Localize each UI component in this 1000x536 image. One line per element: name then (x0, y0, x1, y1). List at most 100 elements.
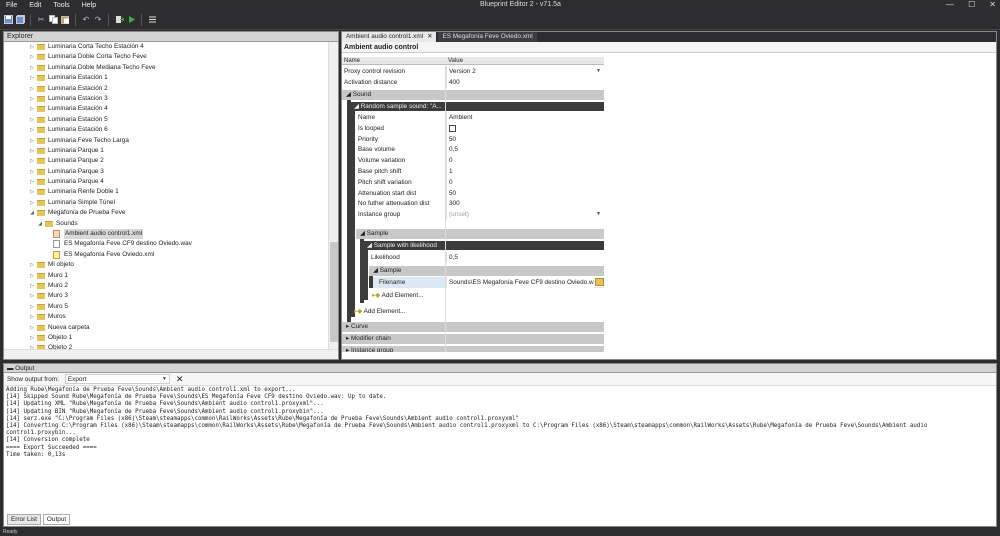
add-element-outer[interactable]: ▸◆ Add Element... (351, 306, 405, 317)
save-icon[interactable] (3, 15, 13, 25)
collapse-arrow-icon[interactable]: ▷ (28, 271, 36, 281)
property-value[interactable]: 0,5 (446, 144, 604, 156)
save-all-icon[interactable] (15, 15, 25, 25)
tree-item[interactable]: ▷ Luminaria Estación 4 (4, 104, 328, 114)
collapse-arrow-icon[interactable]: ▷ (28, 115, 36, 125)
collapse-arrow-icon[interactable]: ▷ (28, 146, 36, 156)
tree-item[interactable]: ▷ Luminaria Estación 5 (4, 115, 328, 125)
property-row[interactable]: Name Ambient (356, 112, 604, 123)
list-icon[interactable] (147, 15, 157, 25)
tree-item[interactable]: ▷ Objeto 1 (4, 333, 328, 343)
tree-item[interactable]: ▷ Luminaria Parque 4 (4, 177, 328, 187)
collapse-icon[interactable]: ▬ (7, 365, 13, 372)
tree-item[interactable]: ▷ Luminaria Simple Túnel (4, 198, 328, 208)
tree-item[interactable]: ▷ Muro 5 (4, 302, 328, 312)
inner-sample-header[interactable]: ◢ Sample (369, 266, 604, 276)
collapse-arrow-icon[interactable]: ▷ (28, 136, 36, 146)
output-source-select[interactable]: Export ▼ (64, 374, 170, 384)
paste-icon[interactable] (60, 15, 70, 25)
tree-item[interactable]: ▷ Luminaria Feve Techo Larga (4, 136, 328, 146)
chevron-down-icon[interactable]: ▼ (596, 209, 601, 220)
tree-item[interactable]: ▷ Muros (4, 312, 328, 322)
property-value[interactable]: 50 (446, 187, 604, 199)
property-row[interactable]: Pitch shift variation 0 (356, 176, 604, 188)
sound-category-header[interactable]: ◢ Sound (342, 90, 604, 100)
add-element-row[interactable]: ▸◆ Add Element... (351, 306, 441, 317)
tree-item[interactable]: ▷ Luminaria Estación 6 (4, 125, 328, 135)
cut-icon[interactable]: ✂ (36, 15, 46, 25)
collapse-arrow-icon[interactable]: ▷ (28, 302, 36, 312)
tree-item[interactable]: Ambient audio control1.xml (4, 229, 328, 240)
is-looped-checkbox[interactable] (449, 124, 456, 132)
copy-icon[interactable] (48, 15, 58, 25)
tree-item[interactable]: ▷ Muro 3 (4, 291, 328, 301)
tree-item[interactable]: ▷ Muro 2 (4, 281, 328, 291)
close-window-button[interactable]: ✕ (989, 0, 996, 10)
property-value[interactable]: 0 (446, 176, 604, 188)
collapse-arrow-icon[interactable]: ▷ (28, 52, 36, 62)
collapse-arrow-icon[interactable]: ▷ (28, 198, 36, 208)
scroll-thumb[interactable] (330, 242, 338, 342)
property-row[interactable]: Likelihood 0,5 (369, 252, 604, 263)
property-row[interactable]: Proxy control revision Version 2 ▼ (342, 66, 604, 77)
property-value[interactable]: 400 (446, 77, 604, 88)
tab-output[interactable]: Output (42, 514, 71, 525)
tree-item[interactable]: ▷ Luminaria Parque 2 (4, 156, 328, 166)
expand-arrow-icon[interactable]: ◢ (28, 208, 36, 218)
tree-item[interactable]: ▷ Luminaria Renfe Doble 1 (4, 187, 328, 197)
property-value[interactable]: Version 2 ▼ (446, 66, 604, 77)
sample-with-likelihood-header[interactable]: ◢ Sample with likelihood (364, 241, 604, 250)
add-element-row[interactable]: ▸◆ Add Element... (369, 290, 449, 301)
tree-item[interactable]: ▷ Luminaria Corta Techo Estación 4 (4, 42, 328, 52)
property-row[interactable]: Priority 50 (356, 133, 604, 145)
property-row[interactable]: Base pitch shift 1 (356, 166, 604, 177)
instance-group-header[interactable]: ▸ Instance group (342, 346, 604, 352)
property-value[interactable]: 300 (446, 198, 604, 210)
minimize-button[interactable]: — (946, 0, 954, 10)
tree-item[interactable]: ▷ Luminaria Estación 2 (4, 84, 328, 94)
tree-item[interactable]: ▷ Luminaria Doble Corta Techo Feve (4, 52, 328, 62)
property-value[interactable]: 1 (446, 166, 604, 177)
property-value[interactable]: Ambient (446, 112, 604, 123)
redo-icon[interactable]: ↷ (93, 15, 103, 25)
tree-item[interactable]: ▷ Luminaria Estación 3 (4, 94, 328, 104)
collapse-arrow-icon[interactable]: ▷ (28, 156, 36, 166)
property-value[interactable]: (unset) ▼ (446, 209, 604, 221)
collapse-arrow-icon[interactable]: ▷ (28, 323, 36, 333)
property-row[interactable]: Filename Sounds\ES Megafonía Feve CF9 de… (373, 277, 604, 288)
run-icon[interactable] (126, 15, 136, 25)
modifier-chain-header[interactable]: ▸ Modifier chain (342, 334, 604, 344)
collapse-arrow-icon[interactable]: ▷ (28, 312, 36, 322)
collapse-arrow-icon[interactable]: ▷ (28, 167, 36, 177)
property-row[interactable]: Is looped (356, 122, 604, 134)
chevron-down-icon[interactable]: ▼ (596, 66, 601, 77)
property-row[interactable]: Activation distance 400 (342, 77, 604, 88)
tree-item[interactable]: ▷ Luminaria Parque 1 (4, 146, 328, 156)
collapse-arrow-icon[interactable]: ▷ (28, 333, 36, 343)
tree-item[interactable]: ◢ Megafonía de Prueba Feve (4, 208, 328, 218)
collapse-arrow-icon[interactable]: ▷ (28, 187, 36, 197)
tree-item[interactable]: ▷ Luminaria Estación 1 (4, 73, 328, 83)
collapse-arrow-icon[interactable]: ▷ (28, 125, 36, 135)
add-element-inner[interactable]: ▸◆ Add Element... (369, 290, 423, 301)
explorer-vertical-scrollbar[interactable] (328, 42, 338, 349)
filename-input[interactable]: Sounds\ES Megafonía Feve CF9 destino Ovi… (446, 277, 594, 288)
collapse-arrow-icon[interactable]: ▷ (28, 281, 36, 291)
maximize-button[interactable]: ☐ (968, 0, 975, 10)
tree-item[interactable]: ▷ Nueva carpeta (4, 323, 328, 333)
explorer-horizontal-scrollbar[interactable] (4, 349, 338, 359)
tab-es-megafonia-feve-oviedo[interactable]: ES Megafonía Feve Oviedo.xml (438, 32, 537, 42)
collapse-arrow-icon[interactable]: ▷ (28, 73, 36, 83)
clear-output-button[interactable]: ✕ (176, 374, 184, 384)
property-row[interactable]: Base volume 0,5 (356, 144, 604, 156)
export-icon[interactable] (114, 15, 124, 25)
property-row[interactable]: Volume variation 0 (356, 155, 604, 167)
property-row[interactable]: Instance group (unset) ▼ (356, 209, 604, 221)
collapse-arrow-icon[interactable]: ▷ (28, 63, 36, 73)
tab-ambient-audio-control[interactable]: Ambient audio control1.xml ✕ (342, 32, 437, 42)
collapse-arrow-icon[interactable]: ▷ (28, 42, 36, 52)
folder-browse-icon[interactable] (595, 278, 604, 286)
property-row[interactable]: No futher attenuation dist 300 (356, 198, 604, 210)
collapse-arrow-icon[interactable]: ▷ (28, 94, 36, 104)
property-value[interactable]: 50 (446, 133, 604, 145)
